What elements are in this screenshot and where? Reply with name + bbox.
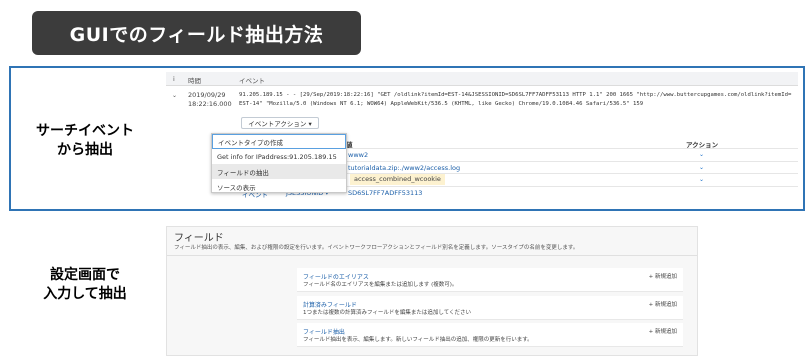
card-description: フィールド名のエイリアスを編集または追加します (複数可)。 [303, 282, 458, 288]
row-divider [346, 161, 798, 162]
event-raw-line-1: 91.205.189.15 - - [29/Sep/2019:18:22:16]… [239, 92, 792, 98]
card-calculated-fields: 計算済みフィールド 1つまたは複数の計算済みフィールドを編集または追加してくださ… [297, 296, 683, 320]
event-date: 2019/09/29 [188, 91, 226, 99]
add-new-button[interactable]: + 新規追加 [649, 272, 677, 280]
settings-description: フィールド抽出の表示、編集、および権限の設定を行います。イベントワークフローアク… [174, 245, 579, 251]
field-value-sourcetype[interactable]: access_combined_wcookie [350, 174, 445, 185]
events-table-header: i 時間 イベント [166, 72, 798, 86]
event-column-header[interactable]: イベント [239, 75, 265, 85]
card-field-aliases: フィールドのエイリアス フィールド名のエイリアスを編集または追加します (複数可… [297, 268, 683, 292]
add-new-button[interactable]: + 新規追加 [649, 300, 677, 308]
row-divider [346, 148, 798, 149]
event-time: 18:22:16.000 [188, 100, 232, 108]
add-new-button[interactable]: + 新規追加 [649, 327, 677, 335]
row-action-chevron-icon[interactable]: ⌄ [699, 176, 704, 183]
menu-item-show-source[interactable]: ソースの表示 [212, 179, 346, 194]
fields-settings-panel: フィールド フィールド抽出の表示、編集、および権限の設定を行います。イベントワー… [166, 226, 698, 356]
settings-title: フィールド [174, 233, 224, 244]
card-field-extractions: フィールド抽出 フィールド抽出を表示、編集します。新しいフィールド抽出の追加、権… [297, 323, 683, 347]
row-action-chevron-icon[interactable]: ⌄ [699, 151, 704, 158]
field-value-host[interactable]: www2 [348, 151, 368, 159]
card-description: 1つまたは複数の計算済みフィールドを編集または追加してください [303, 310, 472, 316]
field-value-jsessionid[interactable]: SD6SL7FF7ADFF53113 [348, 189, 422, 197]
side-label-settings: 設定画面で 入力して抽出 [43, 267, 127, 302]
expand-chevron-icon[interactable]: ⌄ [172, 92, 177, 99]
info-column-header: i [173, 75, 175, 83]
field-value-source[interactable]: tutorialdata.zip:./www2/access.log [348, 164, 460, 172]
row-divider [346, 186, 798, 187]
event-actions-button[interactable]: イベントアクション ▾ [241, 117, 319, 129]
menu-item-extract-fields[interactable]: フィールドの抽出 [212, 164, 346, 179]
row-action-chevron-icon[interactable]: ⌄ [699, 164, 704, 171]
menu-item-create-eventtype[interactable]: イベントタイプの作成 [212, 134, 346, 149]
event-actions-menu: イベントタイプの作成 Get info for IPaddress:91.205… [211, 133, 347, 193]
menu-item-get-info[interactable]: Get info for IPaddress:91.205.189.15 [212, 149, 346, 164]
event-raw-line-2: EST-14" "Mozilla/5.0 (Windows NT 6.1; WO… [239, 101, 644, 107]
search-events-panel: i 時間 イベント ⌄ 2019/09/29 18:22:16.000 91.2… [166, 72, 798, 206]
card-description: フィールド抽出を表示、編集します。新しいフィールド抽出の追加、権限の更新を行いま… [303, 337, 533, 343]
side-label-search: サーチイベント から抽出 [36, 123, 134, 158]
divider [167, 255, 697, 256]
time-column-header[interactable]: 時間 [188, 75, 201, 85]
page-title: GUIでのフィールド抽出方法 [32, 11, 361, 55]
